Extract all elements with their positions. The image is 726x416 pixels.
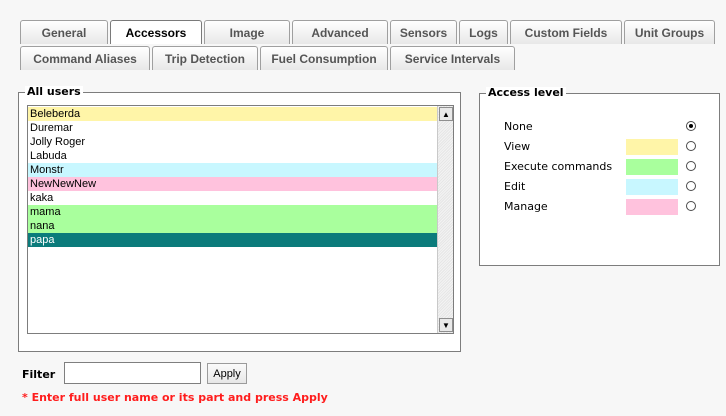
apply-button[interactable]: Apply xyxy=(207,363,247,384)
filter-input[interactable] xyxy=(64,362,201,384)
access-option-view[interactable]: View xyxy=(504,139,709,155)
access-radio-none[interactable] xyxy=(686,121,696,131)
user-jolly-roger[interactable]: Jolly Roger xyxy=(28,135,438,149)
users-list-scrollbar[interactable]: ▲ ▼ xyxy=(437,106,453,333)
filter-hint: * Enter full user name or its part and p… xyxy=(22,391,328,404)
tab-custom-fields[interactable]: Custom Fields xyxy=(510,20,622,44)
user-beleberda[interactable]: Beleberda xyxy=(28,107,438,121)
user-kaka[interactable]: kaka xyxy=(28,191,438,205)
execute-commands-color-swatch xyxy=(626,159,678,175)
user-labuda[interactable]: Labuda xyxy=(28,149,438,163)
access-radio-execute-commands[interactable] xyxy=(686,161,696,171)
users-listbox[interactable]: Beleberda Duremar Jolly Roger Labuda Mon… xyxy=(27,105,454,334)
access-option-edit[interactable]: Edit xyxy=(504,179,709,195)
access-label-edit: Edit xyxy=(504,180,526,193)
up-arrow-icon: ▲ xyxy=(442,109,450,119)
access-label-execute-commands: Execute commands xyxy=(504,160,613,173)
tab-sensors[interactable]: Sensors xyxy=(390,20,457,44)
access-option-execute-commands[interactable]: Execute commands xyxy=(504,159,709,175)
tab-unit-groups[interactable]: Unit Groups xyxy=(624,20,715,44)
tab-fuel-consumption[interactable]: Fuel Consumption xyxy=(260,46,388,70)
users-list: Beleberda Duremar Jolly Roger Labuda Mon… xyxy=(28,107,438,247)
access-radio-edit[interactable] xyxy=(686,181,696,191)
user-monstr[interactable]: Monstr xyxy=(28,163,438,177)
tab-accessors[interactable]: Accessors xyxy=(110,20,202,44)
tab-row-bottom: Command Aliases Trip Detection Fuel Cons… xyxy=(20,46,720,72)
filter-label: Filter xyxy=(22,368,56,381)
all-users-panel: All users Beleberda Duremar Jolly Roger … xyxy=(18,86,461,352)
access-label-manage: Manage xyxy=(504,200,548,213)
tab-trip-detection[interactable]: Trip Detection xyxy=(152,46,258,70)
tab-general[interactable]: General xyxy=(20,20,108,44)
tab-logs[interactable]: Logs xyxy=(459,20,508,44)
down-arrow-icon: ▼ xyxy=(442,320,450,330)
scroll-up-button[interactable]: ▲ xyxy=(439,107,453,121)
user-papa[interactable]: papa xyxy=(28,233,438,247)
user-mama[interactable]: mama xyxy=(28,205,438,219)
scroll-down-button[interactable]: ▼ xyxy=(439,318,453,332)
access-label-none: None xyxy=(504,120,533,133)
access-level-panel: Access level None View Execute commands … xyxy=(479,87,720,266)
tab-command-aliases[interactable]: Command Aliases xyxy=(20,46,150,70)
tab-row-top: General Accessors Image Advanced Sensors… xyxy=(20,20,720,46)
access-option-manage[interactable]: Manage xyxy=(504,199,709,215)
user-duremar[interactable]: Duremar xyxy=(28,121,438,135)
view-color-swatch xyxy=(626,139,678,155)
unit-properties-dialog: General Accessors Image Advanced Sensors… xyxy=(0,0,726,416)
access-radio-view[interactable] xyxy=(686,141,696,151)
tab-bar: General Accessors Image Advanced Sensors… xyxy=(20,20,720,72)
tab-image[interactable]: Image xyxy=(204,20,290,44)
edit-color-swatch xyxy=(626,179,678,195)
access-option-none[interactable]: None xyxy=(504,119,709,135)
all-users-legend: All users xyxy=(25,85,83,98)
user-nana[interactable]: nana xyxy=(28,219,438,233)
access-label-view: View xyxy=(504,140,531,153)
user-newnewnew[interactable]: NewNewNew xyxy=(28,177,438,191)
radio-selected-dot xyxy=(689,124,693,128)
manage-color-swatch xyxy=(626,199,678,215)
tab-advanced[interactable]: Advanced xyxy=(292,20,388,44)
access-radio-manage[interactable] xyxy=(686,201,696,211)
tab-service-intervals[interactable]: Service Intervals xyxy=(390,46,515,70)
access-level-legend: Access level xyxy=(486,86,566,99)
